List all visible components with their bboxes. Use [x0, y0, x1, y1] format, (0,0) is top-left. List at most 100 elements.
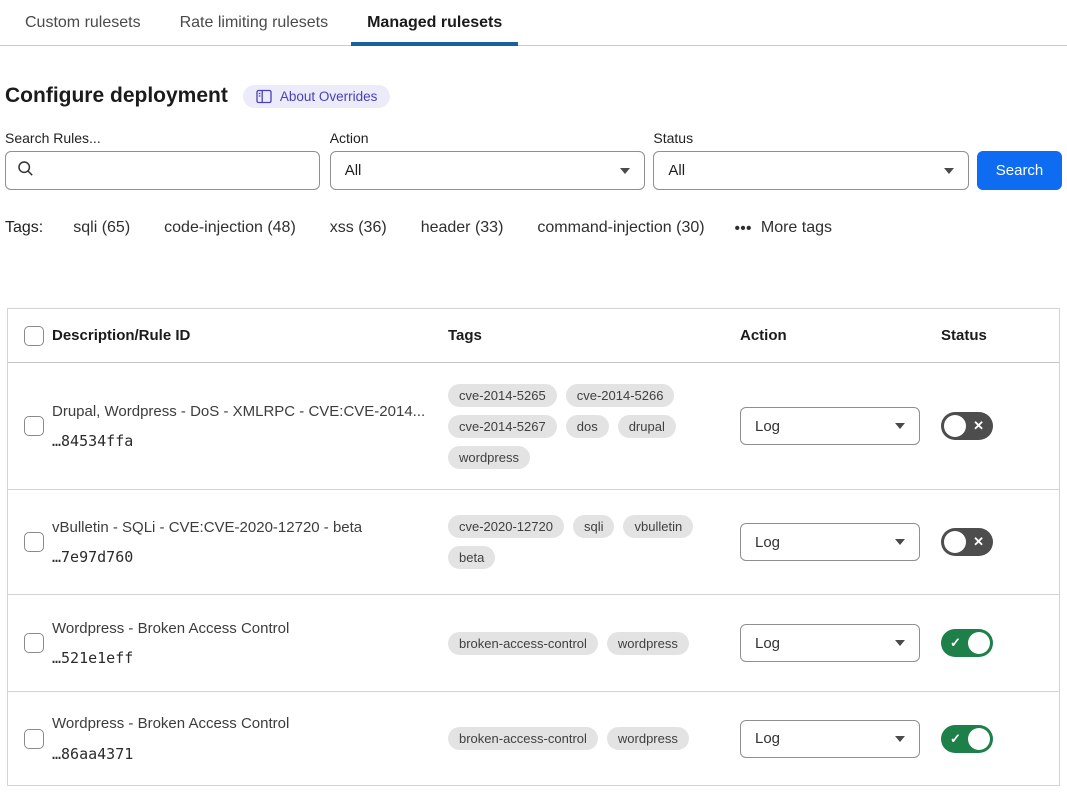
action-select[interactable]: Log: [740, 407, 920, 445]
status-toggle[interactable]: ✕: [941, 528, 993, 556]
action-select[interactable]: Log: [740, 523, 920, 561]
rules-table: Description/Rule ID Tags Action Status D…: [7, 308, 1060, 786]
select-all-checkbox[interactable]: [24, 326, 44, 346]
action-filter-select[interactable]: All: [330, 151, 646, 190]
toggle-state-icon: ✕: [973, 528, 984, 556]
row-checkbox-cell: [8, 729, 52, 749]
rule-description: Drupal, Wordpress - DoS - XMLRPC - CVE:C…: [52, 402, 432, 422]
tag-pill: wordpress: [607, 727, 689, 750]
search-rules-label: Search Rules...: [5, 130, 320, 146]
tag-pill: broken-access-control: [448, 727, 598, 750]
rule-status-cell: ✕: [941, 412, 1059, 440]
rule-cell: Wordpress - Broken Access Control …86aa4…: [52, 714, 448, 762]
tag-pill: beta: [448, 546, 495, 569]
row-checkbox-cell: [8, 416, 52, 436]
action-select-value: Log: [755, 534, 780, 551]
toggle-knob: [968, 632, 990, 654]
table-header: Description/Rule ID Tags Action Status: [8, 309, 1059, 363]
column-description: Description/Rule ID: [52, 327, 448, 344]
ellipsis-icon: •••: [735, 221, 752, 236]
more-tags-button[interactable]: ••• More tags: [735, 219, 832, 237]
tag-pill: dos: [566, 415, 609, 438]
status-toggle[interactable]: ✕: [941, 412, 993, 440]
filters-row: Search Rules... Action All Status: [5, 130, 1062, 190]
heading-row: Configure deployment About Overrides: [5, 84, 1062, 108]
rule-tags: cve-2020-12720sqlivbulletinbeta: [448, 515, 708, 569]
search-field: Search Rules...: [5, 130, 320, 190]
action-filter-label: Action: [330, 130, 646, 146]
rule-description: Wordpress - Broken Access Control: [52, 714, 432, 734]
action-select-value: Log: [755, 635, 780, 652]
row-checkbox[interactable]: [24, 416, 44, 436]
chevron-down-icon: [620, 168, 630, 174]
toggle-knob: [944, 531, 966, 553]
action-filter-value: All: [345, 162, 362, 179]
status-filter-label: Status: [653, 130, 969, 146]
about-overrides-label: About Overrides: [280, 89, 378, 104]
action-field: Action All: [330, 130, 646, 190]
tag-pill: cve-2014-5265: [448, 384, 557, 407]
toggle-knob: [968, 728, 990, 750]
action-select[interactable]: Log: [740, 624, 920, 662]
rule-tags: broken-access-control wordpress: [448, 632, 708, 655]
tag-filter-link[interactable]: command-injection (30): [537, 219, 704, 237]
rule-id: …86aa4371: [52, 745, 432, 763]
more-tags-label: More tags: [761, 219, 832, 237]
table-row: vBulletin - SQLi - CVE:CVE-2020-12720 - …: [8, 490, 1059, 595]
chevron-down-icon: [944, 168, 954, 174]
tag-filter-link[interactable]: xss (36): [330, 219, 387, 237]
ruleset-tabbar: Custom rulesetsRate limiting rulesetsMan…: [0, 0, 1067, 46]
rule-description: vBulletin - SQLi - CVE:CVE-2020-12720 - …: [52, 518, 432, 538]
rule-cell: vBulletin - SQLi - CVE:CVE-2020-12720 - …: [52, 518, 448, 566]
toggle-state-icon: ✕: [973, 412, 984, 440]
tag-pill: wordpress: [607, 632, 689, 655]
status-toggle[interactable]: ✓: [941, 725, 993, 753]
status-toggle[interactable]: ✓: [941, 629, 993, 657]
action-select[interactable]: Log: [740, 720, 920, 758]
row-checkbox[interactable]: [24, 532, 44, 552]
tag-list: sqli (65) code-injection (48) xss (36) head…: [73, 219, 704, 237]
search-button[interactable]: Search: [977, 151, 1062, 190]
action-select-value: Log: [755, 418, 780, 435]
tab-rate-limiting-rulesets[interactable]: Rate limiting rulesets: [164, 0, 345, 45]
rule-tags-cell: cve-2020-12720sqlivbulletinbeta: [448, 515, 740, 569]
about-overrides-badge[interactable]: About Overrides: [243, 85, 391, 108]
managed-rulesets-page: Configure deployment About Overrides Sea…: [0, 84, 1067, 786]
column-action: Action: [740, 327, 941, 344]
chevron-down-icon: [895, 640, 905, 646]
rule-cell: Drupal, Wordpress - DoS - XMLRPC - CVE:C…: [52, 402, 448, 450]
search-rules-input[interactable]: [42, 161, 308, 180]
rule-tags-cell: broken-access-control wordpress: [448, 632, 740, 655]
search-icon: [17, 160, 34, 182]
rule-action-cell: Log: [740, 407, 941, 445]
toggle-state-icon: ✓: [950, 725, 961, 753]
rule-cell: Wordpress - Broken Access Control …521e1…: [52, 619, 448, 667]
chevron-down-icon: [895, 539, 905, 545]
row-checkbox[interactable]: [24, 633, 44, 653]
column-status: Status: [941, 327, 1059, 344]
tag-pill: vbulletin: [623, 515, 693, 538]
tag-filter-link[interactable]: sqli (65): [73, 219, 130, 237]
status-filter-select[interactable]: All: [653, 151, 969, 190]
rule-description: Wordpress - Broken Access Control: [52, 619, 432, 639]
tab-custom-rulesets[interactable]: Custom rulesets: [9, 0, 157, 45]
rule-action-cell: Log: [740, 624, 941, 662]
tag-filter-link[interactable]: code-injection (48): [164, 219, 296, 237]
tag-filter-link[interactable]: header (33): [421, 219, 504, 237]
table-row: Wordpress - Broken Access Control …521e1…: [8, 595, 1059, 692]
tags-bar: Tags: sqli (65)code-injection (48)xss (3…: [5, 219, 1062, 237]
rule-tags-cell: cve-2014-5265cve-2014-5266cve-2014-5267d…: [448, 384, 740, 469]
tab-managed-rulesets[interactable]: Managed rulesets: [351, 0, 518, 45]
tag-pill: sqli: [573, 515, 615, 538]
page-title: Configure deployment: [5, 84, 228, 108]
row-checkbox[interactable]: [24, 729, 44, 749]
table-row: Drupal, Wordpress - DoS - XMLRPC - CVE:C…: [8, 363, 1059, 490]
tag-pill: cve-2014-5267: [448, 415, 557, 438]
tag-pill: broken-access-control: [448, 632, 598, 655]
chevron-down-icon: [895, 423, 905, 429]
rule-tags-cell: broken-access-control wordpress: [448, 727, 740, 750]
toggle-knob: [944, 415, 966, 437]
rule-tags: broken-access-control wordpress: [448, 727, 708, 750]
status-field: Status All: [653, 130, 969, 190]
table-row: Wordpress - Broken Access Control …86aa4…: [8, 692, 1059, 786]
